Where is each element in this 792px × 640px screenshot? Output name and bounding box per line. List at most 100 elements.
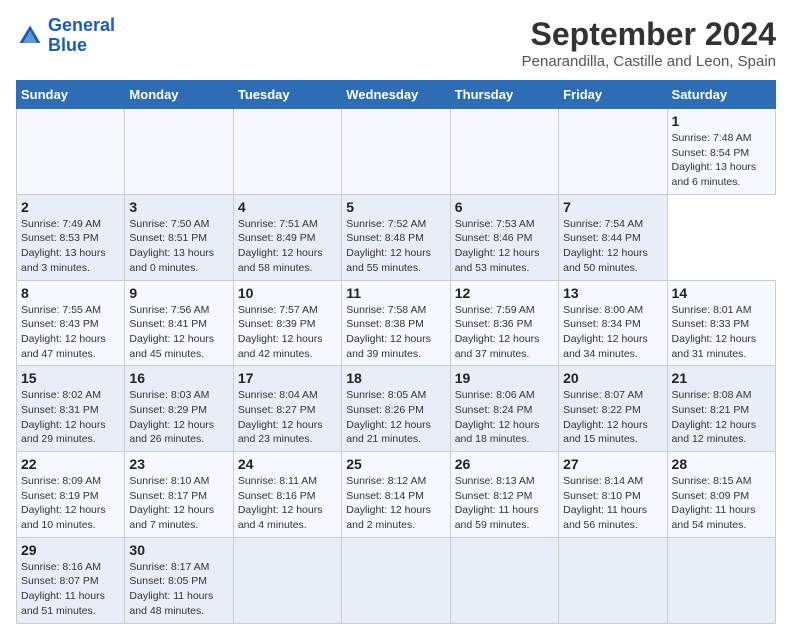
calendar-cell: 29 Sunrise: 8:16 AMSunset: 8:07 PMDaylig… <box>17 537 125 623</box>
header-monday: Monday <box>125 81 233 109</box>
calendar-cell: 6 Sunrise: 7:53 AMSunset: 8:46 PMDayligh… <box>450 194 558 280</box>
cell-details: Sunrise: 8:16 AMSunset: 8:07 PMDaylight:… <box>21 561 105 617</box>
day-number: 28 <box>672 456 771 472</box>
calendar-cell: 21 Sunrise: 8:08 AMSunset: 8:21 PMDaylig… <box>667 366 775 452</box>
calendar-cell: 8 Sunrise: 7:55 AMSunset: 8:43 PMDayligh… <box>17 280 125 366</box>
calendar-cell: 25 Sunrise: 8:12 AMSunset: 8:14 PMDaylig… <box>342 452 450 538</box>
calendar-week-row: 2 Sunrise: 7:49 AMSunset: 8:53 PMDayligh… <box>17 194 776 280</box>
cell-details: Sunrise: 8:15 AMSunset: 8:09 PMDaylight:… <box>672 475 756 531</box>
calendar-week-row: 1 Sunrise: 7:48 AMSunset: 8:54 PMDayligh… <box>17 109 776 195</box>
header-wednesday: Wednesday <box>342 81 450 109</box>
calendar-cell <box>125 109 233 195</box>
calendar-cell: 20 Sunrise: 8:07 AMSunset: 8:22 PMDaylig… <box>559 366 667 452</box>
logo-icon <box>16 22 44 50</box>
day-number: 17 <box>238 370 337 386</box>
day-number: 21 <box>672 370 771 386</box>
calendar-cell: 18 Sunrise: 8:05 AMSunset: 8:26 PMDaylig… <box>342 366 450 452</box>
cell-details: Sunrise: 7:49 AMSunset: 8:53 PMDaylight:… <box>21 218 106 274</box>
title-area: September 2024 Penarandilla, Castille an… <box>522 16 776 70</box>
day-number: 8 <box>21 285 120 301</box>
day-number: 9 <box>129 285 228 301</box>
day-number: 27 <box>563 456 662 472</box>
cell-details: Sunrise: 8:02 AMSunset: 8:31 PMDaylight:… <box>21 389 106 445</box>
calendar-cell: 17 Sunrise: 8:04 AMSunset: 8:27 PMDaylig… <box>233 366 341 452</box>
header-saturday: Saturday <box>667 81 775 109</box>
day-number: 23 <box>129 456 228 472</box>
calendar-cell <box>17 109 125 195</box>
calendar-cell: 15 Sunrise: 8:02 AMSunset: 8:31 PMDaylig… <box>17 366 125 452</box>
calendar-cell: 30 Sunrise: 8:17 AMSunset: 8:05 PMDaylig… <box>125 537 233 623</box>
cell-details: Sunrise: 7:48 AMSunset: 8:54 PMDaylight:… <box>672 132 757 188</box>
day-number: 29 <box>21 542 120 558</box>
day-number: 14 <box>672 285 771 301</box>
day-number: 22 <box>21 456 120 472</box>
day-number: 20 <box>563 370 662 386</box>
calendar-week-row: 29 Sunrise: 8:16 AMSunset: 8:07 PMDaylig… <box>17 537 776 623</box>
day-number: 24 <box>238 456 337 472</box>
calendar-cell: 12 Sunrise: 7:59 AMSunset: 8:36 PMDaylig… <box>450 280 558 366</box>
calendar-cell: 10 Sunrise: 7:57 AMSunset: 8:39 PMDaylig… <box>233 280 341 366</box>
subtitle: Penarandilla, Castille and Leon, Spain <box>522 53 776 70</box>
logo-line2: Blue <box>48 35 87 55</box>
cell-details: Sunrise: 8:03 AMSunset: 8:29 PMDaylight:… <box>129 389 214 445</box>
header-friday: Friday <box>559 81 667 109</box>
calendar-cell: 1 Sunrise: 7:48 AMSunset: 8:54 PMDayligh… <box>667 109 775 195</box>
calendar-cell: 7 Sunrise: 7:54 AMSunset: 8:44 PMDayligh… <box>559 194 667 280</box>
cell-details: Sunrise: 8:13 AMSunset: 8:12 PMDaylight:… <box>455 475 539 531</box>
cell-details: Sunrise: 8:00 AMSunset: 8:34 PMDaylight:… <box>563 304 648 360</box>
day-number: 19 <box>455 370 554 386</box>
cell-details: Sunrise: 8:11 AMSunset: 8:16 PMDaylight:… <box>238 475 323 531</box>
day-number: 2 <box>21 199 120 215</box>
day-number: 12 <box>455 285 554 301</box>
calendar-cell <box>233 109 341 195</box>
calendar-cell: 26 Sunrise: 8:13 AMSunset: 8:12 PMDaylig… <box>450 452 558 538</box>
day-number: 10 <box>238 285 337 301</box>
cell-details: Sunrise: 7:52 AMSunset: 8:48 PMDaylight:… <box>346 218 431 274</box>
day-number: 25 <box>346 456 445 472</box>
day-number: 5 <box>346 199 445 215</box>
calendar-cell <box>559 109 667 195</box>
day-number: 13 <box>563 285 662 301</box>
cell-details: Sunrise: 8:10 AMSunset: 8:17 PMDaylight:… <box>129 475 214 531</box>
cell-details: Sunrise: 8:06 AMSunset: 8:24 PMDaylight:… <box>455 389 540 445</box>
cell-details: Sunrise: 8:09 AMSunset: 8:19 PMDaylight:… <box>21 475 106 531</box>
cell-details: Sunrise: 7:51 AMSunset: 8:49 PMDaylight:… <box>238 218 323 274</box>
calendar-cell: 11 Sunrise: 7:58 AMSunset: 8:38 PMDaylig… <box>342 280 450 366</box>
calendar-cell <box>450 109 558 195</box>
day-number: 7 <box>563 199 662 215</box>
cell-details: Sunrise: 7:56 AMSunset: 8:41 PMDaylight:… <box>129 304 214 360</box>
day-number: 3 <box>129 199 228 215</box>
cell-details: Sunrise: 8:04 AMSunset: 8:27 PMDaylight:… <box>238 389 323 445</box>
day-number: 18 <box>346 370 445 386</box>
logo: General Blue <box>16 16 115 56</box>
calendar-cell: 4 Sunrise: 7:51 AMSunset: 8:49 PMDayligh… <box>233 194 341 280</box>
calendar-cell: 5 Sunrise: 7:52 AMSunset: 8:48 PMDayligh… <box>342 194 450 280</box>
calendar-cell <box>667 537 775 623</box>
main-title: September 2024 <box>522 16 776 53</box>
calendar-cell: 19 Sunrise: 8:06 AMSunset: 8:24 PMDaylig… <box>450 366 558 452</box>
day-number: 4 <box>238 199 337 215</box>
day-number: 15 <box>21 370 120 386</box>
cell-details: Sunrise: 8:08 AMSunset: 8:21 PMDaylight:… <box>672 389 757 445</box>
day-number: 26 <box>455 456 554 472</box>
calendar-cell <box>450 537 558 623</box>
cell-details: Sunrise: 7:50 AMSunset: 8:51 PMDaylight:… <box>129 218 214 274</box>
calendar-cell: 24 Sunrise: 8:11 AMSunset: 8:16 PMDaylig… <box>233 452 341 538</box>
calendar-cell: 22 Sunrise: 8:09 AMSunset: 8:19 PMDaylig… <box>17 452 125 538</box>
day-number: 16 <box>129 370 228 386</box>
calendar-header-row: SundayMondayTuesdayWednesdayThursdayFrid… <box>17 81 776 109</box>
cell-details: Sunrise: 8:07 AMSunset: 8:22 PMDaylight:… <box>563 389 648 445</box>
calendar-cell: 2 Sunrise: 7:49 AMSunset: 8:53 PMDayligh… <box>17 194 125 280</box>
calendar-cell: 14 Sunrise: 8:01 AMSunset: 8:33 PMDaylig… <box>667 280 775 366</box>
calendar-cell <box>342 109 450 195</box>
calendar-week-row: 8 Sunrise: 7:55 AMSunset: 8:43 PMDayligh… <box>17 280 776 366</box>
calendar-cell <box>342 537 450 623</box>
logo-text: General Blue <box>48 16 115 56</box>
header-sunday: Sunday <box>17 81 125 109</box>
cell-details: Sunrise: 7:58 AMSunset: 8:38 PMDaylight:… <box>346 304 431 360</box>
day-number: 6 <box>455 199 554 215</box>
cell-details: Sunrise: 8:14 AMSunset: 8:10 PMDaylight:… <box>563 475 647 531</box>
calendar-week-row: 22 Sunrise: 8:09 AMSunset: 8:19 PMDaylig… <box>17 452 776 538</box>
cell-details: Sunrise: 7:57 AMSunset: 8:39 PMDaylight:… <box>238 304 323 360</box>
calendar-cell <box>233 537 341 623</box>
